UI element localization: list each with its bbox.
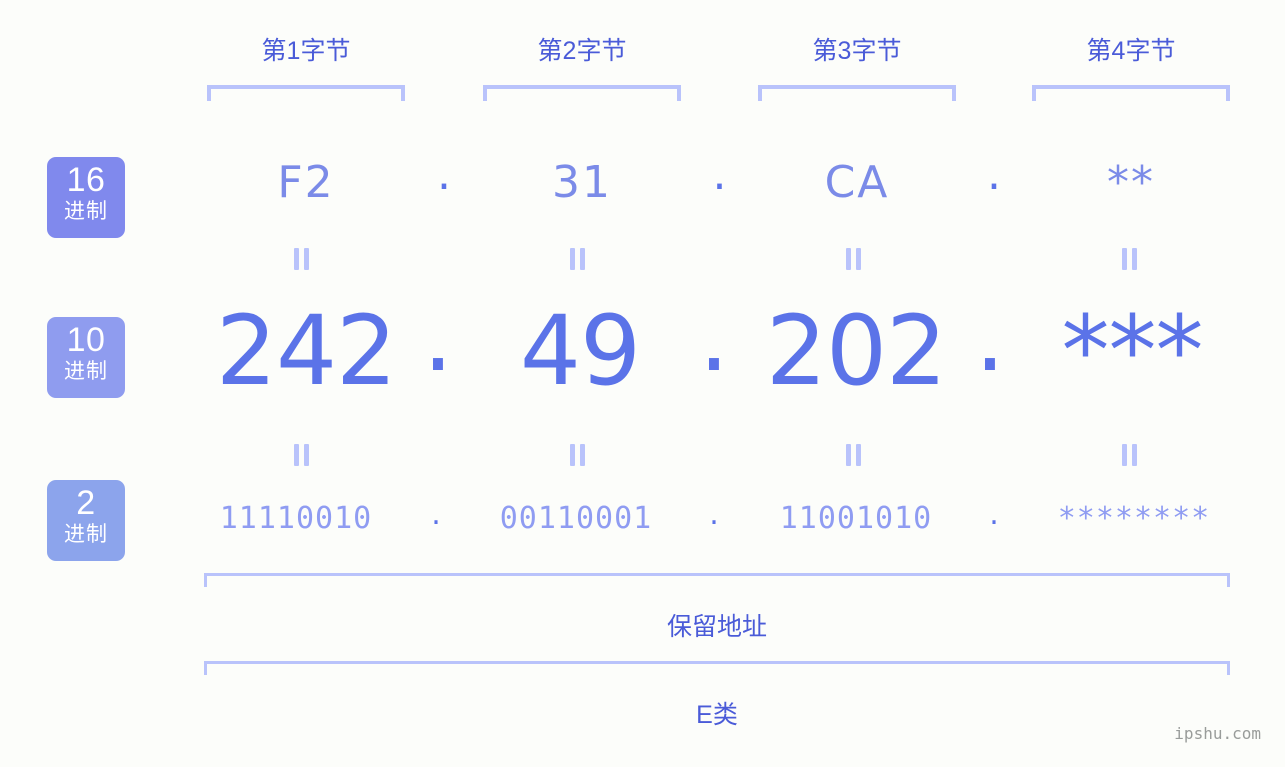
equals-mark-dec-bin-3 xyxy=(840,442,866,468)
hex-separator-3: . xyxy=(987,149,1001,200)
equals-mark-hex-dec-1 xyxy=(288,246,314,272)
decimal-byte-2: 49 xyxy=(519,295,641,407)
byte-header-4: 第4字节 xyxy=(1086,37,1176,65)
decimal-byte-3: 202 xyxy=(765,295,947,407)
decimal-separator-3: . xyxy=(974,281,1006,393)
binary-separator-2: . xyxy=(709,497,719,532)
radix-badge-hex-system: 进制 xyxy=(64,200,108,223)
decimal-separator-1: . xyxy=(422,281,454,393)
radix-badge-decimal: 10 进制 xyxy=(47,317,125,398)
equals-mark-hex-dec-3 xyxy=(840,246,866,272)
equals-mark-hex-dec-2 xyxy=(564,246,590,272)
class-e-bracket xyxy=(204,661,1230,675)
radix-badge-binary: 2 进制 xyxy=(47,480,125,561)
equals-mark-hex-dec-4 xyxy=(1116,246,1142,272)
hex-byte-2: 31 xyxy=(552,157,612,208)
site-watermark: ipshu.com xyxy=(1174,724,1261,743)
decimal-byte-1: 242 xyxy=(215,295,397,407)
decimal-byte-4: *** xyxy=(1061,295,1204,407)
byte-header-1: 第1字节 xyxy=(261,37,351,65)
byte-bracket-2 xyxy=(483,85,681,101)
class-e-label: E类 xyxy=(696,701,738,729)
ip-byte-breakdown-diagram: 第1字节 第2字节 第3字节 第4字节 16 进制 10 进制 2 进制 F2 … xyxy=(0,0,1285,767)
byte-header-3: 第3字节 xyxy=(812,37,902,65)
binary-separator-1: . xyxy=(431,497,441,532)
hex-byte-3: CA xyxy=(824,157,890,208)
byte-bracket-3 xyxy=(758,85,956,101)
radix-badge-hex-number: 16 xyxy=(66,161,106,199)
reserved-address-label: 保留地址 xyxy=(666,613,767,641)
radix-badge-binary-system: 进制 xyxy=(64,523,108,546)
radix-badge-binary-number: 2 xyxy=(76,484,96,522)
equals-mark-dec-bin-1 xyxy=(288,442,314,468)
byte-bracket-4 xyxy=(1032,85,1230,101)
radix-badge-hex: 16 进制 xyxy=(47,157,125,238)
binary-separator-3: . xyxy=(989,497,999,532)
binary-byte-4: ******** xyxy=(1057,501,1211,536)
reserved-address-bracket xyxy=(204,573,1230,587)
decimal-separator-2: . xyxy=(698,281,730,393)
radix-badge-decimal-system: 进制 xyxy=(64,360,108,383)
hex-byte-1: F2 xyxy=(277,157,335,208)
hex-separator-2: . xyxy=(712,149,727,200)
equals-mark-dec-bin-4 xyxy=(1116,442,1142,468)
byte-header-2: 第2字节 xyxy=(537,37,627,65)
binary-byte-1: 11110010 xyxy=(219,501,373,536)
radix-badge-decimal-number: 10 xyxy=(66,321,106,359)
hex-byte-4: ** xyxy=(1107,157,1155,208)
byte-bracket-1 xyxy=(207,85,405,101)
equals-mark-dec-bin-2 xyxy=(564,442,590,468)
hex-separator-1: . xyxy=(437,149,451,200)
binary-byte-3: 11001010 xyxy=(779,501,933,536)
binary-byte-2: 00110001 xyxy=(499,501,653,536)
